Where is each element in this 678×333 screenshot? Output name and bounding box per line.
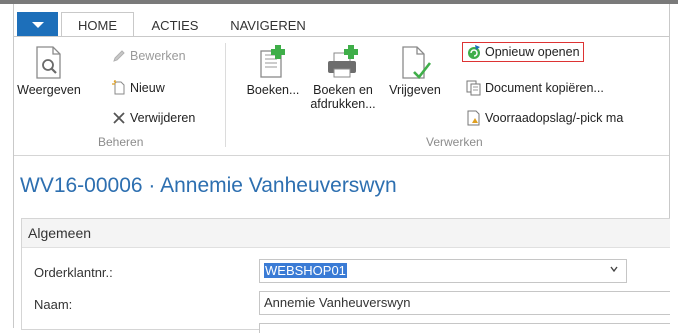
group-label-beheren: Beheren xyxy=(98,135,144,149)
copy-document-icon xyxy=(466,80,482,96)
vrijgeven-label: Vrijgeven xyxy=(389,83,441,97)
boeken-button[interactable]: Boeken... xyxy=(240,45,306,97)
group-label-verwerken: Verwerken xyxy=(426,135,483,149)
fasttab-algemeen: Algemeen Orderklantnr.: WEBSHOP01 Naam: … xyxy=(21,218,670,333)
post-and-print-icon xyxy=(328,45,358,78)
boeken-en-afdrukken-label-1: Boeken en xyxy=(313,83,373,97)
delete-x-icon xyxy=(111,110,127,126)
voorraadopslag-pick-button[interactable]: Voorraadopslag/-pick ma xyxy=(466,109,623,127)
orderklantnr-field[interactable]: WEBSHOP01 xyxy=(259,259,627,283)
boeken-en-afdrukken-button[interactable]: Boeken en afdrukken... xyxy=(307,45,379,111)
naam-value: Annemie Vanheuverswyn xyxy=(264,295,411,310)
verwijderen-label: Verwijderen xyxy=(130,111,196,125)
naam-label: Naam: xyxy=(34,297,73,312)
order-window: HOME ACTIES NAVIGEREN Weergeven Bewerken… xyxy=(13,4,670,333)
release-document-icon xyxy=(402,46,432,79)
fasttab-header[interactable]: Algemeen xyxy=(22,219,670,248)
boeken-label: Boeken... xyxy=(246,83,300,97)
next-field-partial[interactable] xyxy=(259,323,670,333)
naam-field[interactable]: Annemie Vanheuverswyn xyxy=(259,291,670,315)
new-document-icon xyxy=(111,79,127,96)
page-title: WV16-00006 · Annemie Vanheuverswyn xyxy=(20,174,397,197)
orderklantnr-value: WEBSHOP01 xyxy=(264,263,347,278)
application-menu-button[interactable] xyxy=(17,12,58,37)
vrijgeven-button[interactable]: Vrijgeven xyxy=(383,45,447,97)
pencil-icon xyxy=(111,48,127,64)
weergeven-label: Weergeven xyxy=(17,83,81,97)
reopen-icon xyxy=(466,44,482,60)
opnieuw-openen-button[interactable]: Opnieuw openen xyxy=(462,42,584,62)
bewerken-label: Bewerken xyxy=(130,49,186,63)
warehouse-pick-icon xyxy=(466,110,482,126)
post-icon xyxy=(260,45,285,78)
bewerken-button[interactable]: Bewerken xyxy=(111,47,186,65)
verwijderen-button[interactable]: Verwijderen xyxy=(111,109,195,127)
weergeven-button[interactable]: Weergeven xyxy=(17,45,81,97)
orderklantnr-label: Orderklantnr.: xyxy=(34,265,113,280)
nieuw-button[interactable]: Nieuw xyxy=(111,79,165,97)
dropdown-triangle-icon xyxy=(32,22,44,28)
tab-home[interactable]: HOME xyxy=(61,12,134,37)
ribbon-tab-bar: HOME ACTIES NAVIGEREN xyxy=(14,12,669,37)
view-document-icon xyxy=(36,46,61,79)
tab-navigeren[interactable]: NAVIGEREN xyxy=(218,15,318,37)
group-separator xyxy=(225,43,226,147)
ribbon: Weergeven Bewerken Nieuw Verwijderen Beh… xyxy=(14,36,669,156)
nieuw-label: Nieuw xyxy=(130,81,165,95)
chevron-down-icon[interactable] xyxy=(610,265,618,273)
voorraadopslag-pick-label: Voorraadopslag/-pick ma xyxy=(485,111,624,125)
opnieuw-openen-label: Opnieuw openen xyxy=(485,45,580,59)
boeken-en-afdrukken-label-2: afdrukken... xyxy=(310,97,376,111)
document-kopieren-button[interactable]: Document kopiëren... xyxy=(466,79,604,97)
tab-acties[interactable]: ACTIES xyxy=(140,15,210,37)
document-kopieren-label: Document kopiëren... xyxy=(485,81,604,95)
